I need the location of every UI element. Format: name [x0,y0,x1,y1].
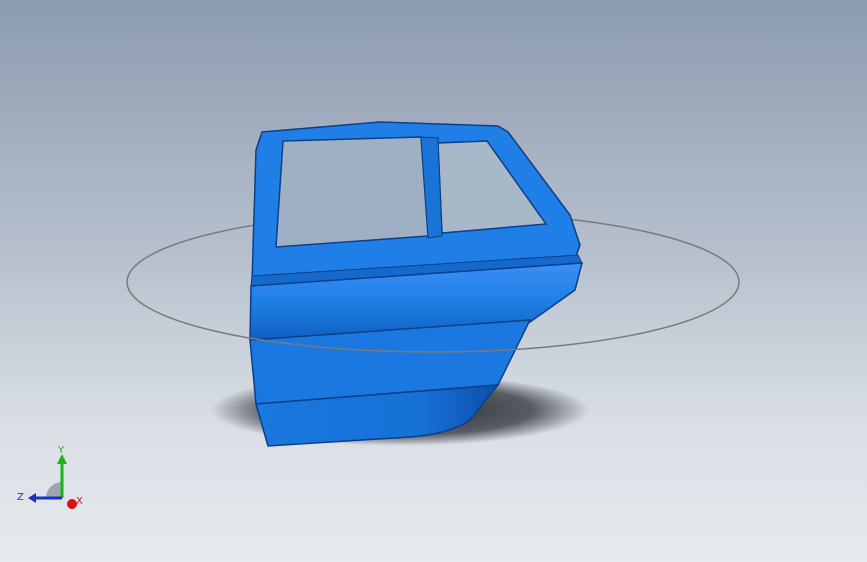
triad-quarter-disc [46,482,62,498]
front-window-opening [275,136,429,248]
model-scene[interactable] [0,0,867,562]
coordinate-triad[interactable]: Y Z X [14,438,94,518]
z-axis-arrow [28,493,36,503]
z-axis-label: Z [17,492,24,503]
y-axis-label: Y [57,445,65,456]
3d-viewport[interactable]: Y Z X [0,0,867,562]
x-axis-label: X [76,496,83,507]
